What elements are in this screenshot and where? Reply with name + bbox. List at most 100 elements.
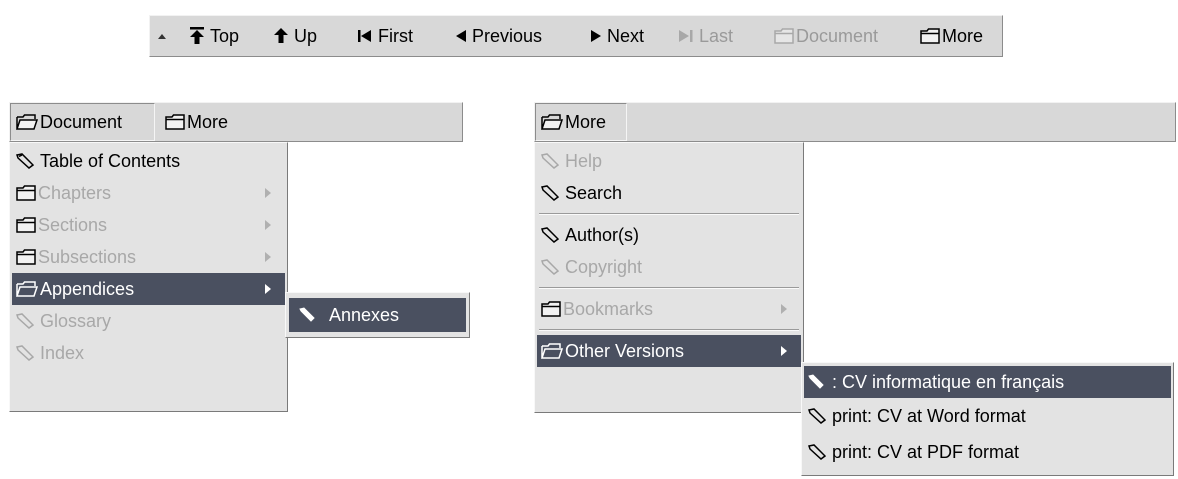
pencil-icon (808, 408, 826, 424)
menu-item-search[interactable]: Search (537, 177, 801, 209)
navigation-bar: Top Up First Previous Next Last Document… (149, 15, 1003, 57)
more-header-label: More (187, 111, 229, 132)
menu-separator (539, 329, 799, 331)
next-button[interactable]: Next (591, 16, 644, 56)
pencil-icon (16, 153, 34, 169)
folder-icon (920, 28, 940, 44)
arrow-up-icon (274, 27, 288, 45)
more-dropdown: Help Search Author(s) Copyright Bookmark… (534, 142, 804, 413)
skip-last-icon (679, 29, 693, 43)
more-header-label: More (565, 111, 607, 132)
pencil-icon (541, 185, 559, 201)
pencil-icon (808, 444, 826, 460)
previous-label: Previous (472, 25, 543, 46)
menu-item-index: Index (12, 337, 285, 369)
folder-icon (16, 249, 36, 265)
menu-item-bookmarks: Bookmarks (537, 293, 801, 325)
other-versions-submenu: : CV informatique en français print: CV … (801, 362, 1174, 476)
menu-item-version-pdf[interactable]: print: CV at PDF format (804, 434, 1171, 470)
more-label: More (942, 25, 984, 46)
menu-item-version-word[interactable]: print: CV at Word format (804, 398, 1171, 434)
menu-item-label: Glossary (40, 310, 112, 331)
pencil-icon (16, 313, 34, 329)
menu-item-label: Author(s) (565, 224, 640, 245)
document-label: Document (796, 25, 879, 46)
menu-item-label: Other Versions (565, 340, 685, 361)
appendices-submenu: Annexes (285, 292, 470, 338)
folder-open-icon (16, 114, 38, 130)
top-button[interactable]: Top (190, 16, 239, 56)
more-menu-header[interactable]: More (160, 103, 233, 141)
folder-icon (541, 301, 561, 317)
menu-item-chapters: Chapters (12, 177, 285, 209)
menu-item-label: print: CV at Word format (832, 405, 1026, 426)
more-menu-header[interactable]: More (535, 103, 627, 141)
folder-open-icon (541, 114, 563, 130)
folder-open-icon (541, 343, 563, 359)
submenu-arrow-icon (781, 346, 787, 356)
first-button[interactable]: First (358, 16, 413, 56)
menu-item-subsections: Subsections (12, 241, 285, 273)
menu-item-glossary: Glossary (12, 305, 285, 337)
document-menu-header[interactable]: Document (10, 103, 155, 141)
menu-item-authors[interactable]: Author(s) (537, 219, 801, 251)
up-label: Up (294, 25, 318, 46)
previous-button[interactable]: Previous (456, 16, 542, 56)
menu-item-label: print: CV at PDF format (832, 441, 1020, 462)
submenu-arrow-icon (265, 188, 271, 198)
triangle-right-icon (591, 29, 601, 43)
menu-item-appendices[interactable]: Appendices (12, 273, 285, 305)
document-dropdown: Table of Contents Chapters Sections Subs… (9, 142, 288, 412)
up-button[interactable]: Up (274, 16, 317, 56)
menu-item-version-informatique[interactable]: : CV informatique en français (804, 366, 1171, 398)
more-menubar: More (534, 102, 1176, 142)
folder-icon (774, 28, 794, 44)
document-menu-button: Document (774, 16, 878, 56)
menu-item-sections: Sections (12, 209, 285, 241)
menu-item-label: Search (565, 182, 623, 203)
last-label: Last (699, 25, 734, 46)
document-header-label: Document (40, 111, 123, 132)
pencil-icon (541, 153, 559, 169)
submenu-arrow-icon (265, 284, 271, 294)
menu-item-label: Annexes (329, 304, 400, 325)
menu-item-label: Chapters (38, 182, 112, 203)
folder-icon (16, 217, 36, 233)
collapse-button[interactable] (156, 16, 168, 56)
submenu-arrow-icon (265, 220, 271, 230)
pencil-icon (16, 345, 34, 361)
menu-separator (539, 213, 799, 215)
menu-item-label: Bookmarks (563, 298, 654, 319)
menu-item-label: Sections (38, 214, 108, 235)
menu-item-label: : CV informatique en français (832, 371, 1065, 392)
menu-item-table-of-contents[interactable]: Table of Contents (12, 145, 285, 177)
menu-item-label: Appendices (40, 278, 135, 299)
menu-separator (539, 287, 799, 289)
document-menubar: Document More (9, 102, 463, 142)
menu-item-label: Index (40, 342, 85, 363)
top-label: Top (210, 25, 240, 46)
pencil-icon (541, 259, 559, 275)
pencil-icon (541, 227, 559, 243)
menu-item-label: Copyright (565, 256, 643, 277)
folder-icon (165, 114, 185, 130)
menu-item-label: Table of Contents (40, 150, 181, 171)
last-button: Last (679, 16, 733, 56)
first-label: First (378, 25, 413, 46)
folder-icon (16, 185, 36, 201)
more-menu-button[interactable]: More (920, 16, 983, 56)
pencil-icon (299, 307, 315, 323)
menu-item-other-versions[interactable]: Other Versions (537, 335, 801, 367)
skip-first-icon (358, 29, 372, 43)
folder-open-icon (16, 281, 38, 297)
menu-item-help: Help (537, 145, 801, 177)
submenu-arrow-icon (781, 304, 787, 314)
triangle-left-icon (456, 29, 466, 43)
arrow-to-top-icon (190, 27, 204, 45)
menu-item-copyright: Copyright (537, 251, 801, 283)
menu-item-label: Help (565, 150, 603, 171)
menu-item-annexes[interactable]: Annexes (289, 298, 466, 332)
pencil-icon (808, 374, 824, 390)
next-label: Next (607, 25, 645, 46)
menu-item-label: Subsections (38, 246, 137, 267)
